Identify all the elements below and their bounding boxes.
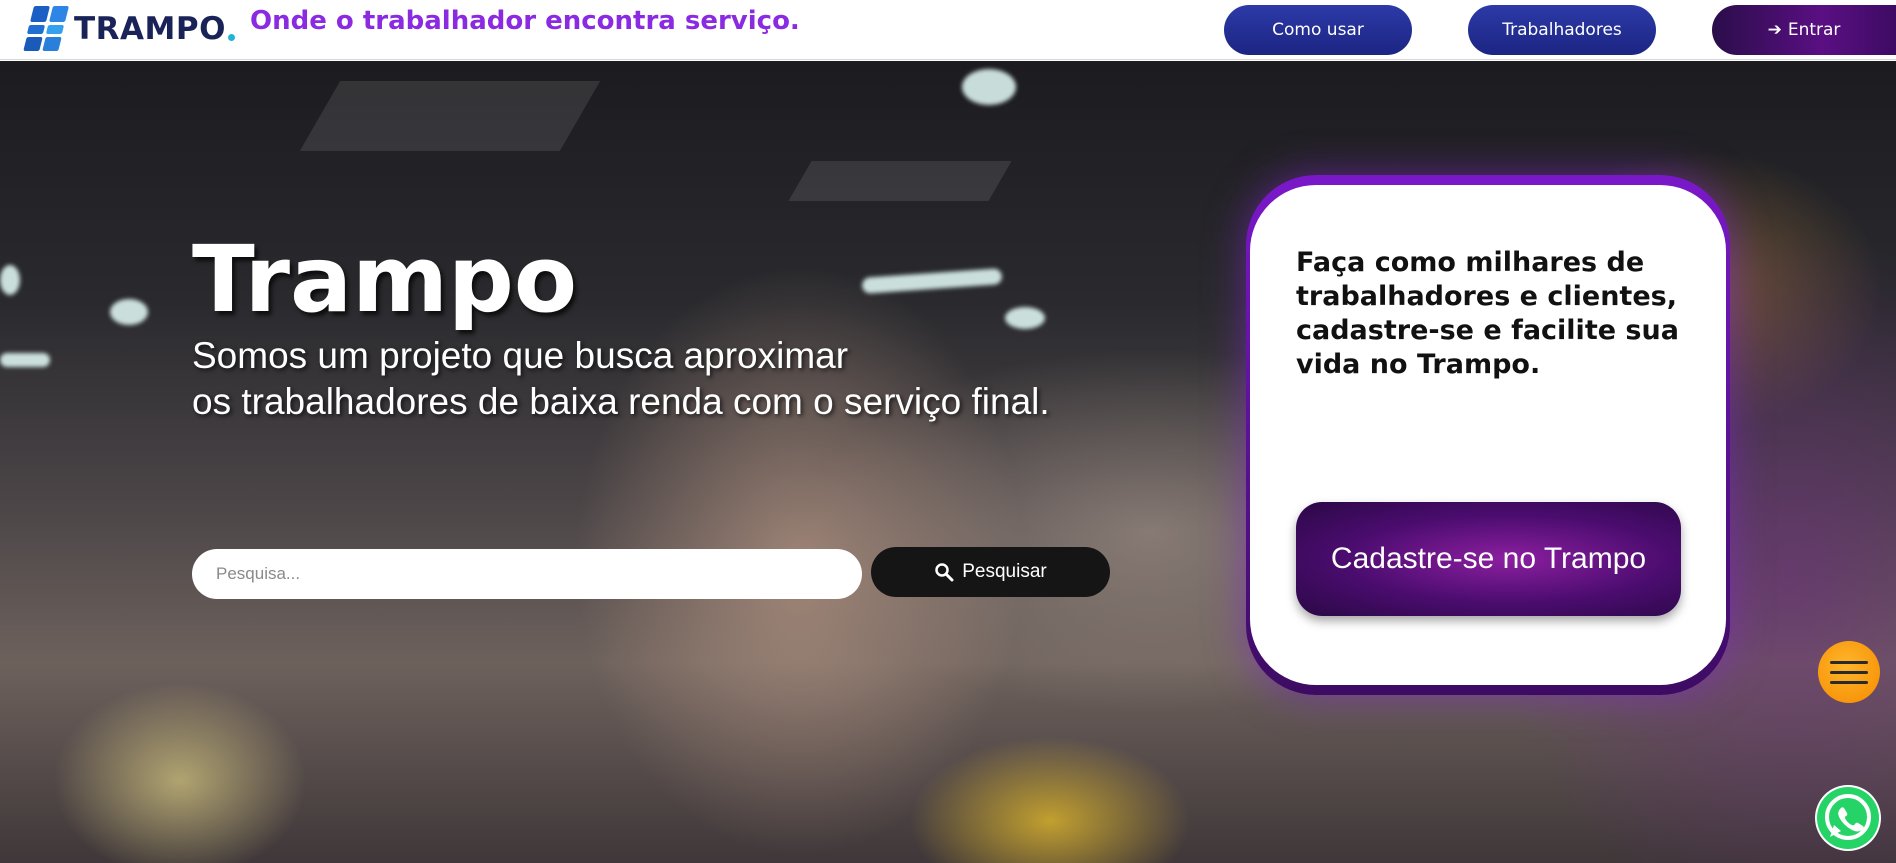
ceiling-light <box>0 353 50 367</box>
ceiling-light <box>861 268 1003 294</box>
tagline: Onde o trabalhador encontra serviço. <box>250 6 800 36</box>
hero-subtitle-line-2: os trabalhadores de baixa renda com o se… <box>192 381 1050 422</box>
entrar-label: Entrar <box>1787 20 1841 40</box>
whatsapp-icon <box>1817 787 1879 849</box>
trabalhadores-button[interactable]: Trabalhadores <box>1468 5 1656 55</box>
entrar-button[interactable]: ➔ Entrar <box>1712 5 1896 55</box>
ceiling-light <box>962 69 1016 105</box>
search-button[interactable]: Pesquisar <box>871 547 1110 597</box>
ceiling-light <box>0 265 20 295</box>
hero-subtitle-line-1: Somos um projeto que busca aproximar <box>192 335 849 376</box>
logo-dot <box>227 33 235 41</box>
cadastre-se-label: Cadastre-se no Trampo <box>1330 542 1647 575</box>
signup-card-text: Faça como milhares de trabalhadores e cl… <box>1296 247 1679 380</box>
ceiling-panel <box>299 81 601 151</box>
hero-subtitle: Somos um projeto que busca aproximar os … <box>192 333 1050 425</box>
trabalhadores-label: Trabalhadores <box>1502 20 1622 40</box>
ceiling-light <box>110 299 148 325</box>
top-navbar: TRAMPO Onde o trabalhador encontra servi… <box>0 0 1896 60</box>
search-button-label: Pesquisar <box>962 561 1047 582</box>
search-icon <box>935 563 954 582</box>
hero-title: Trampo <box>192 226 578 333</box>
ceiling-panel <box>788 161 1012 201</box>
whatsapp-button[interactable] <box>1815 785 1881 851</box>
search-input[interactable] <box>192 549 862 599</box>
como-usar-button[interactable]: Como usar <box>1224 5 1412 55</box>
como-usar-label: Como usar <box>1272 20 1364 40</box>
menu-icon <box>1830 660 1868 664</box>
menu-icon-bar <box>1830 670 1868 674</box>
logo-text: TRAMPO <box>74 11 226 47</box>
cadastre-se-button[interactable]: Cadastre-se no Trampo <box>1296 502 1681 616</box>
floating-menu-button[interactable] <box>1818 641 1880 703</box>
arrow-right-icon: ➔ <box>1767 20 1782 40</box>
ceiling-light <box>1005 307 1045 329</box>
trampo-logo[interactable]: TRAMPO <box>23 6 235 52</box>
logo-mark-icon <box>23 6 69 52</box>
menu-icon-bar <box>1830 680 1868 684</box>
